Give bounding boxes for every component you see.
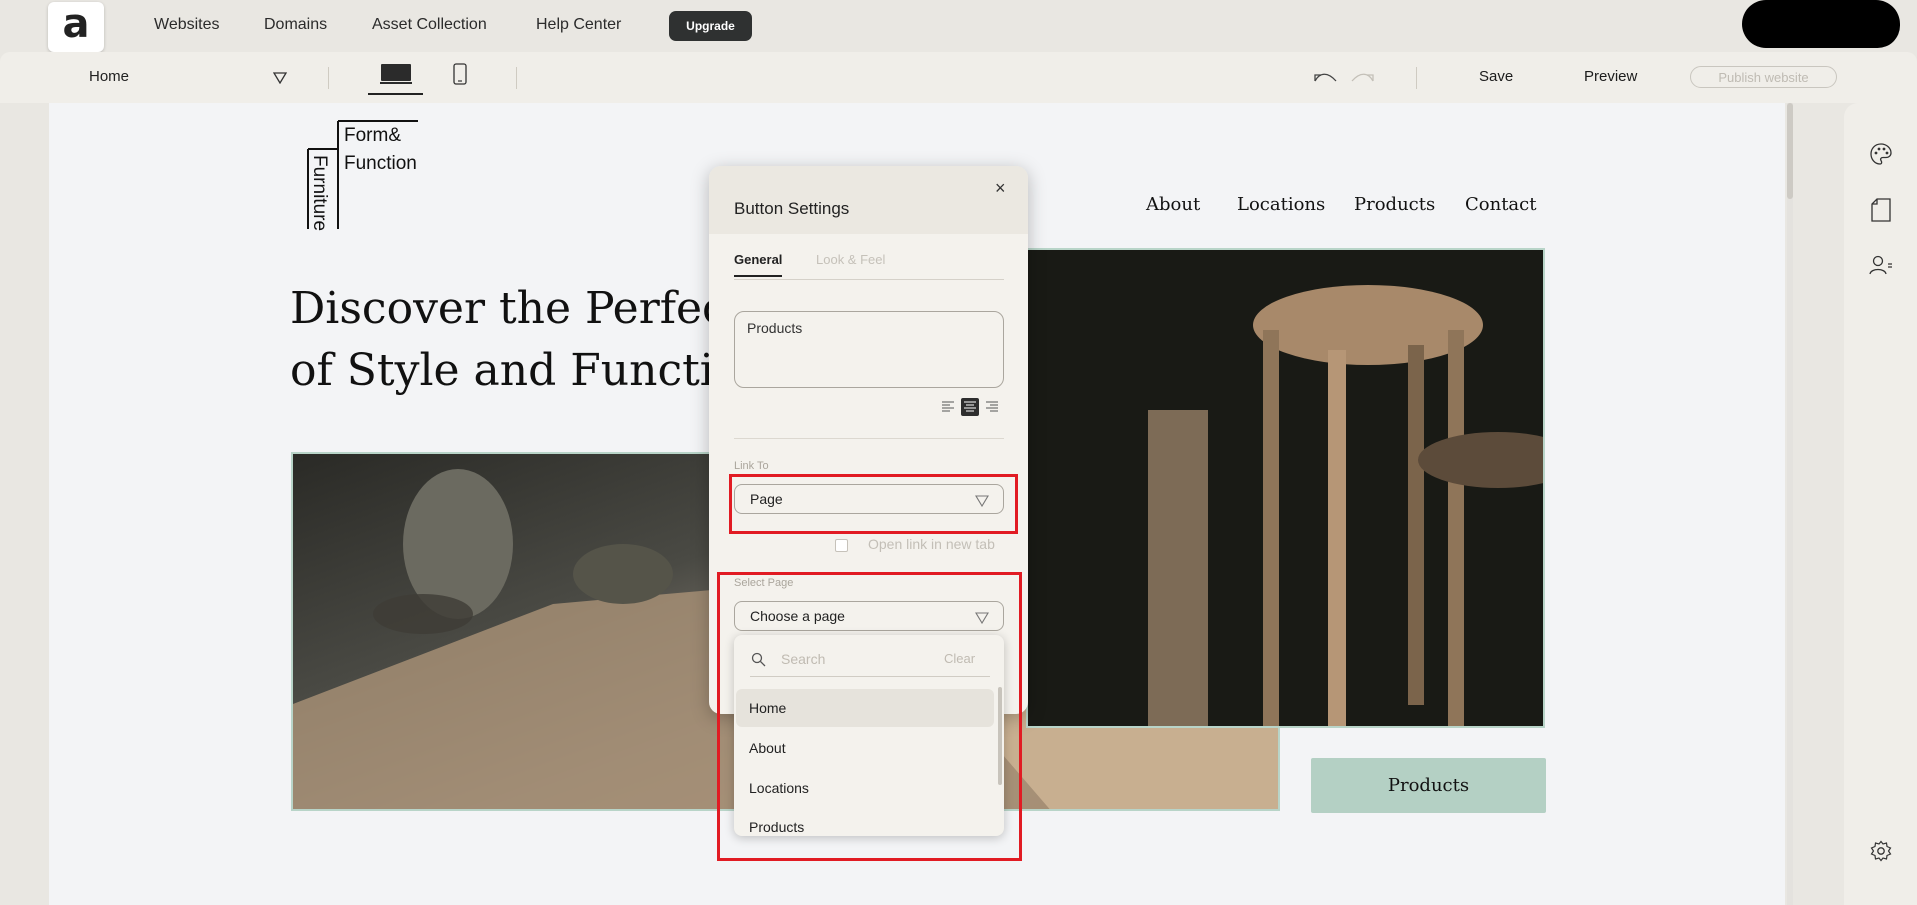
highlight-select-page — [717, 572, 1022, 861]
close-icon[interactable]: × — [995, 178, 1006, 199]
link-to-label: Link To — [734, 460, 769, 472]
hero-heading-line1: Discover the Perfect Blend — [290, 283, 710, 334]
hero-heading-line2: of Style and Function — [290, 345, 710, 396]
toolbar-divider — [516, 67, 517, 89]
align-center-icon[interactable] — [961, 398, 979, 416]
nav-websites[interactable]: Websites — [154, 16, 220, 34]
desktop-icon — [379, 63, 412, 90]
redacted-account-area — [1742, 0, 1900, 48]
desktop-view-button[interactable] — [368, 60, 423, 95]
settings-gear-icon[interactable] — [1868, 838, 1894, 864]
hero-heading[interactable]: Discover the Perfect Blend of Style and … — [290, 278, 710, 402]
nav-help-center[interactable]: Help Center — [536, 16, 621, 34]
save-button[interactable]: Save — [1479, 68, 1513, 85]
chevron-down-icon[interactable] — [272, 71, 288, 89]
redo-icon[interactable] — [1350, 69, 1376, 90]
palette-icon[interactable] — [1868, 141, 1894, 167]
tab-divider — [734, 279, 1004, 280]
nav-domains[interactable]: Domains — [264, 16, 327, 34]
align-right-icon[interactable] — [983, 398, 1001, 416]
canvas-scrollbar-thumb[interactable] — [1787, 103, 1793, 199]
site-nav-contact[interactable]: Contact — [1465, 194, 1536, 215]
hero-image-stools[interactable] — [1026, 248, 1545, 728]
brand-logo[interactable]: Form& Function Furniture — [306, 119, 420, 231]
upgrade-button[interactable]: Upgrade — [669, 11, 752, 41]
tab-general[interactable]: General — [734, 252, 783, 277]
canvas-scrollbar[interactable] — [1787, 103, 1793, 905]
panel-title: Button Settings — [734, 199, 850, 218]
section-divider — [734, 438, 1004, 439]
site-nav-products[interactable]: Products — [1354, 194, 1435, 215]
mobile-icon — [453, 62, 467, 90]
toolbar-divider — [1416, 67, 1417, 89]
button-text-field[interactable]: Products — [734, 311, 1004, 388]
undo-icon[interactable] — [1312, 69, 1338, 90]
products-cta-button[interactable]: Products — [1311, 758, 1546, 813]
align-left-icon[interactable] — [939, 398, 957, 416]
publish-website-button[interactable]: Publish website — [1690, 66, 1837, 88]
mobile-view-button[interactable] — [445, 60, 475, 92]
app-logo[interactable]: a — [48, 2, 104, 52]
highlight-link-to — [729, 474, 1018, 534]
page-selector[interactable]: Home — [89, 68, 129, 85]
editor-toolbar: Home Save Preview Publish website — [0, 52, 1917, 103]
site-nav-about[interactable]: About — [1146, 194, 1200, 215]
text-align-group — [939, 398, 1009, 418]
toolbar-divider — [328, 67, 329, 89]
brand-line1: Form& — [344, 125, 401, 146]
brand-vertical: Furniture — [309, 155, 330, 231]
open-new-tab-checkbox[interactable] — [835, 539, 848, 552]
tab-look-and-feel[interactable]: Look & Feel — [816, 252, 885, 267]
nav-asset-collection[interactable]: Asset Collection — [372, 16, 487, 34]
brand-line2: Function — [344, 153, 417, 174]
site-nav-locations[interactable]: Locations — [1237, 194, 1325, 215]
right-sidebar — [1844, 103, 1917, 905]
top-navigation: a Websites Domains Asset Collection Help… — [0, 0, 1917, 52]
page-icon[interactable] — [1868, 197, 1894, 223]
app-logo-glyph: a — [62, 1, 90, 47]
preview-button[interactable]: Preview — [1584, 68, 1637, 85]
open-new-tab-label: Open link in new tab — [868, 536, 995, 552]
users-icon[interactable] — [1868, 252, 1894, 278]
